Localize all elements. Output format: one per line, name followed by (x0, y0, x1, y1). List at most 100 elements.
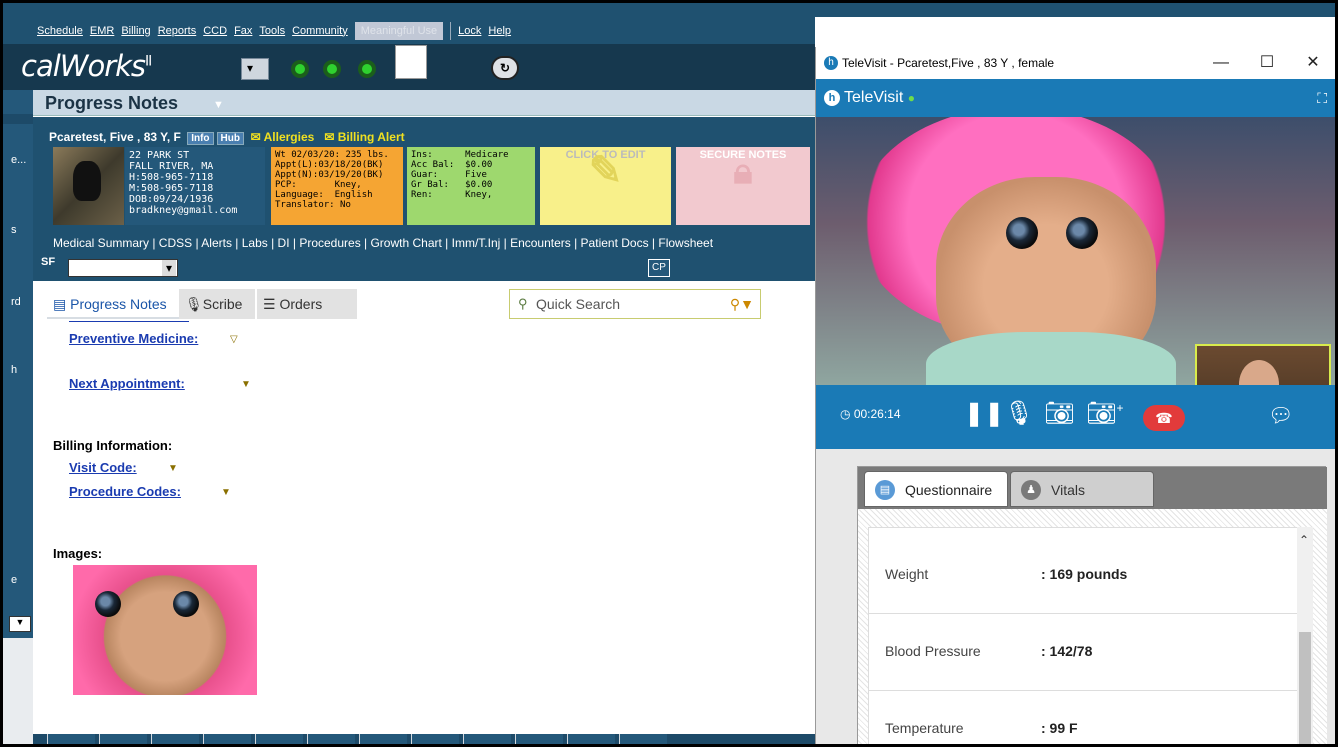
images-heading: Images: (53, 546, 103, 561)
list-icon: ☰ (263, 296, 280, 312)
scrollbar-thumb[interactable] (1299, 632, 1311, 744)
video-eye (1066, 217, 1098, 249)
chevron-down-icon[interactable]: ▼ (213, 99, 224, 111)
toolbar-button[interactable] (203, 734, 251, 744)
televisit-window: h TeleVisit - Pcaretest,Five , 83 Y , fe… (815, 47, 1335, 744)
user-search-button[interactable]: ▾ (241, 58, 269, 80)
menu-divider (450, 21, 452, 40)
vital-label: Blood Pressure (885, 643, 981, 659)
procedure-codes-link[interactable]: Procedure Codes: (69, 484, 181, 499)
vital-value: : 99 F (1041, 720, 1078, 736)
chat-icon[interactable]: 💬︎ (1268, 403, 1293, 428)
maximize-icon[interactable]: ☐ (1244, 47, 1290, 79)
menu-billing[interactable]: Billing (121, 25, 150, 37)
billing-alert-link[interactable]: ✉ Billing Alert (324, 130, 404, 144)
status-dot-2[interactable] (323, 60, 341, 78)
visit-code-link[interactable]: Visit Code: (69, 460, 137, 475)
microphone-icon[interactable]: 🎙︎ (1004, 399, 1034, 428)
status-dot-3[interactable] (358, 60, 376, 78)
left-nav-item[interactable]: rd (11, 296, 21, 308)
toolbar-button[interactable] (307, 734, 355, 744)
menu-meaningful-use[interactable]: Meaningful Use (354, 21, 444, 40)
tab-progress-notes[interactable]: ▤ Progress Notes (47, 289, 179, 319)
menu-help[interactable]: Help (488, 25, 511, 37)
patient-name: Pcaretest, Five , 83 Y, F (49, 130, 181, 144)
close-icon[interactable]: ✕ (1290, 47, 1335, 79)
quick-search-input[interactable]: ⚲ Quick Search ⚲▼ (509, 289, 761, 319)
menu-schedule[interactable]: Schedule (37, 25, 83, 37)
chevron-down-icon[interactable]: ▽ (230, 334, 238, 345)
tab-scribe[interactable]: 🎙︎Scribe (179, 289, 255, 319)
chevron-down-icon[interactable]: ▼ (168, 463, 178, 474)
hub-button[interactable]: Hub (216, 132, 244, 145)
tab-questionnaire[interactable]: ▤ Questionnaire (864, 471, 1008, 507)
click-to-edit-box[interactable]: CLICK TO EDIT ✎ (540, 147, 671, 225)
toolbar-button[interactable] (411, 734, 459, 744)
fullscreen-icon[interactable]: ⛶ (1317, 79, 1327, 117)
search-icon: ⚲ (518, 296, 528, 311)
add-camera-icon[interactable]: 📷︎+ (1086, 399, 1123, 428)
list-item: Temperature : 99 F (869, 692, 1309, 744)
menu-fax[interactable]: Fax (234, 25, 252, 37)
refresh-button[interactable]: ↻ (491, 56, 519, 80)
patient-billing-box[interactable]: Ins: Medicare Acc Bal: $0.00 Guar: Five … (407, 147, 535, 225)
toolbar-button[interactable] (515, 734, 563, 744)
secure-notes-box[interactable]: SECURE NOTES 🔒︎ (676, 147, 810, 225)
patient-visit-box[interactable]: Wt 02/03/20: 235 lbs. Appt(L):03/18/20(B… (271, 147, 403, 225)
patient-photo[interactable] (53, 147, 124, 225)
chevron-down-icon[interactable]: ▼ (241, 379, 251, 390)
chevron-up-icon[interactable]: ⌃ (1299, 533, 1309, 547)
toolbar-button[interactable] (47, 734, 95, 744)
left-nav-gap (3, 114, 33, 124)
left-nav-dropdown[interactable]: ▼ (9, 616, 31, 632)
left-nav-item[interactable]: s (11, 224, 17, 236)
allergies-link[interactable]: ✉ Allergies (251, 130, 315, 144)
top-strip (3, 3, 1335, 17)
tab-vitals[interactable]: ♟ Vitals (1010, 471, 1154, 507)
menu-lock[interactable]: Lock (458, 25, 481, 37)
preventive-medicine-link[interactable]: Preventive Medicine: (69, 331, 198, 346)
vitals-list: Weight : 169 pounds Blood Pressure : 142… (868, 527, 1309, 744)
televisit-header: h TeleVisit ● ⛶ (816, 79, 1335, 117)
blank-toolbar-box[interactable] (395, 45, 427, 79)
menu-reports[interactable]: Reports (158, 25, 197, 37)
divider (69, 321, 189, 322)
left-nav-item[interactable]: e (11, 574, 17, 586)
attached-image[interactable] (73, 565, 257, 695)
filter-icon[interactable]: ⚲▼ (730, 290, 754, 318)
toolbar-button[interactable] (151, 734, 199, 744)
menu-emr[interactable]: EMR (90, 25, 114, 37)
pencil-icon: ✎ (588, 149, 623, 193)
minimize-icon[interactable]: — (1198, 47, 1244, 79)
sf-select[interactable] (68, 259, 178, 277)
menu-bar: Schedule EMR Billing Reports CCD Fax Too… (3, 17, 815, 44)
vertical-scrollbar[interactable]: ⌃ (1297, 527, 1313, 744)
patient-header: Pcaretest, Five , 83 Y, F Info Hub ✉ Alle… (49, 130, 405, 145)
pause-icon[interactable]: ❚❚ (964, 399, 1004, 428)
info-button[interactable]: Info (187, 132, 214, 145)
toolbar-button[interactable] (255, 734, 303, 744)
chevron-down-icon[interactable]: ▼ (221, 487, 231, 498)
toolbar-button[interactable] (463, 734, 511, 744)
toolbar-button[interactable] (359, 734, 407, 744)
patient-address: 22 PARK ST FALL RIVER, MA H:508-965-7118… (125, 147, 265, 225)
patient-links[interactable]: Medical Summary | CDSS | Alerts | Labs |… (53, 236, 815, 250)
hang-up-button[interactable]: ☎ (1143, 405, 1185, 431)
cp-button[interactable]: CP (648, 259, 670, 277)
left-nav-item[interactable]: e... (11, 154, 26, 166)
menu-community[interactable]: Community (292, 25, 348, 37)
vital-value: : 169 pounds (1041, 566, 1128, 582)
screen: Schedule EMR Billing Reports CCD Fax Too… (0, 0, 1338, 747)
toolbar-button[interactable] (619, 734, 667, 744)
menu-ccd[interactable]: CCD (203, 25, 227, 37)
camera-icon[interactable]: 📷︎ (1044, 399, 1074, 428)
self-view-video[interactable] (1195, 344, 1331, 385)
menu-tools[interactable]: Tools (259, 25, 285, 37)
next-appointment-link[interactable]: Next Appointment: (69, 376, 185, 391)
tab-orders[interactable]: ☰ Orders (257, 289, 357, 319)
toolbar-button[interactable] (567, 734, 615, 744)
status-dot-1[interactable] (291, 60, 309, 78)
sf-label: SF (41, 256, 56, 268)
left-nav-item[interactable]: h (11, 364, 17, 376)
toolbar-button[interactable] (99, 734, 147, 744)
